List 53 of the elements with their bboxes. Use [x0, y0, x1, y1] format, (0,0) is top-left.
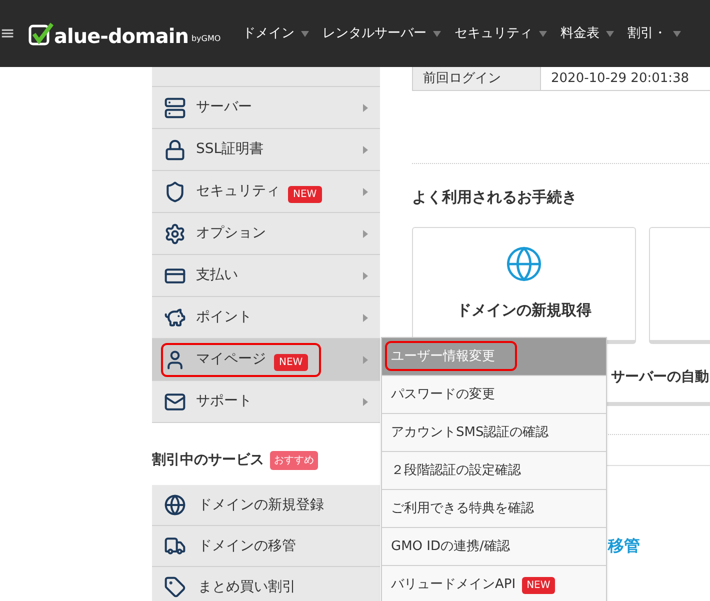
dropdown-item-label: ご利用できる特典を確認: [391, 500, 534, 518]
nav-menu-item[interactable]: 料金表: [560, 24, 614, 44]
dropdown-item[interactable]: バリュードメインAPI NEW: [382, 566, 606, 601]
sidebar-item-label: 支払い: [196, 266, 238, 285]
sidebar-item[interactable]: マイページ NEW: [152, 339, 380, 381]
sidebar-item-label: ポイント: [196, 308, 252, 327]
sidebar-item[interactable]: オプション: [152, 213, 380, 255]
new-badge: NEW: [274, 354, 308, 370]
dropdown-item-label: GMO IDの連携/確認: [391, 538, 510, 556]
dropdown-item[interactable]: アカウントSMS認証の確認: [382, 414, 606, 452]
sidebar-item[interactable]: ドメインの新規登録: [152, 485, 380, 526]
new-badge: NEW: [288, 186, 322, 202]
sidebar-item-label: サーバー: [196, 98, 252, 117]
sidebar-item-label: オプション: [196, 224, 266, 243]
sidebar-item[interactable]: ポイント: [152, 297, 380, 339]
dropdown-item[interactable]: パスワードの変更: [382, 376, 606, 414]
card-label: ドメインの新規取得: [456, 300, 592, 322]
sidebar-item-label: SSL証明書: [196, 140, 264, 159]
sidebar-item[interactable]: セキュリティ NEW: [152, 171, 380, 213]
card-label: サーバーの自動: [611, 368, 709, 387]
sidebar-item-label: セキュリティ: [196, 182, 280, 201]
nav-menu-item[interactable]: レンタルサーバー: [322, 24, 441, 44]
sidebar-item[interactable]: サポート: [152, 381, 380, 423]
dropdown-item-label: パスワードの変更: [391, 386, 495, 404]
section-heading: よく利用されるお手続き: [412, 187, 578, 208]
dropdown-item[interactable]: ご利用できる特典を確認: [382, 490, 606, 528]
dropdown-item-label: ユーザー情報変更: [391, 348, 495, 366]
sidebar-item[interactable]: 支払い: [152, 255, 380, 297]
sidebar-item-label: ドメインの移管: [198, 536, 296, 556]
dropdown-item-label: ２段階認証の設定確認: [391, 462, 521, 480]
menu-button[interactable]: ≡: [0, 24, 14, 42]
sidebar-item[interactable]: まとめ買い割引: [152, 567, 380, 601]
logo-text: alue-domain: [54, 26, 188, 46]
nav-menu-item[interactable]: セキュリティ: [454, 24, 547, 44]
nav-menu-item[interactable]: ドメイン: [242, 24, 309, 44]
sidebar-item[interactable]: ドメインの移管: [152, 526, 380, 567]
sidebar-item-label: まとめ買い割引: [198, 578, 296, 596]
sidebar-item-label: サポート: [196, 392, 252, 411]
new-badge: NEW: [522, 576, 556, 594]
sidebar-item[interactable]: SSL証明書: [152, 129, 380, 171]
section-title: 割引中のサービス: [152, 450, 264, 470]
dropdown-item-label: バリュードメインAPI: [391, 576, 516, 594]
dropdown-item[interactable]: ２段階認証の設定確認: [382, 452, 606, 490]
logo-suffix: byGMO: [191, 32, 221, 44]
nav-menu-item[interactable]: 割引・: [628, 24, 681, 44]
dropdown-item[interactable]: GMO IDの連携/確認: [382, 528, 606, 566]
sidebar-item[interactable]: サーバー: [152, 87, 380, 129]
sidebar-item-label: マイページ: [196, 350, 266, 369]
dropdown-item-label: アカウントSMS認証の確認: [391, 424, 549, 442]
recommend-badge: おすすめ: [270, 450, 318, 470]
table-header-cell: 前回ログイン: [413, 67, 541, 90]
sidebar-item-label: ドメインの新規登録: [198, 496, 324, 514]
table-cell-text: 2020-10-29 20:01:38: [550, 70, 690, 88]
